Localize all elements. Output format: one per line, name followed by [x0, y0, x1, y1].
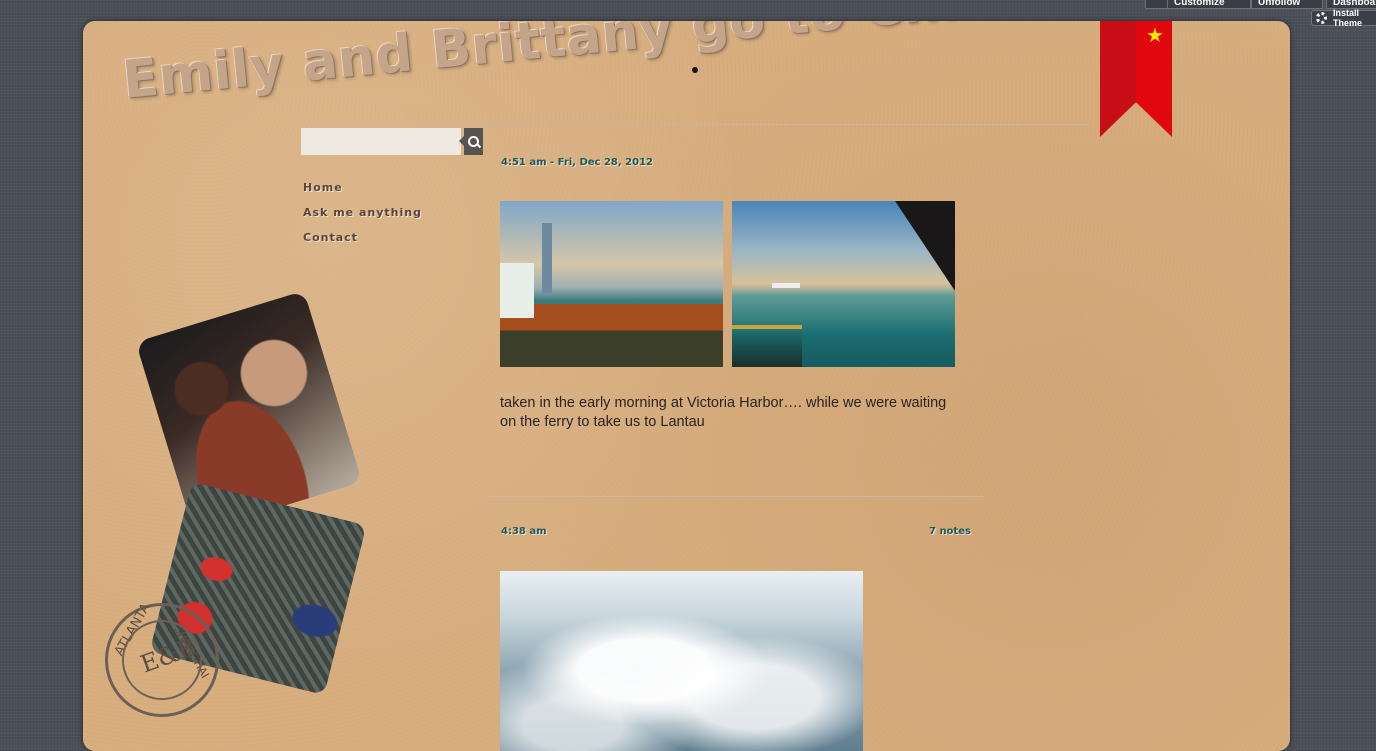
- search-box: [301, 128, 483, 155]
- sidebar-nav: Home Ask me anything Contact: [303, 181, 422, 256]
- bookmark-ribbon: ★: [1100, 21, 1172, 137]
- stamp-monogram: E&B: [136, 632, 200, 679]
- post-timestamp[interactable]: 4:38 am: [501, 526, 547, 537]
- blog-title[interactable]: Emily and Brittany go to China: [120, 21, 1033, 111]
- gear-icon: [1316, 12, 1327, 24]
- unfollow-button[interactable]: Unfollow: [1251, 0, 1323, 9]
- photo-roof: [895, 201, 955, 291]
- photo-ship: [772, 283, 800, 288]
- stamp-side-text: SHANGHAI: [171, 623, 212, 681]
- post-photo-harbor-1[interactable]: [500, 201, 723, 367]
- image-icon-button[interactable]: [1145, 0, 1169, 9]
- search-input[interactable]: [301, 128, 461, 155]
- post-photo-harbor-2[interactable]: [732, 201, 955, 367]
- cursor-dot: [692, 67, 698, 73]
- photo-pier: [500, 263, 534, 318]
- stamp-top-text: ATLANTA: [111, 600, 154, 659]
- photo-tower: [542, 223, 552, 293]
- dashboard-label: Dashboard: [1333, 0, 1376, 8]
- header-divider: [299, 124, 1089, 125]
- post-timestamp[interactable]: 4:51 am - Fri, Dec 28, 2012: [501, 157, 653, 168]
- customize-label: Customize: [1174, 0, 1225, 8]
- search-button[interactable]: [459, 128, 483, 155]
- search-icon: [468, 136, 479, 147]
- post-photo-sky[interactable]: [500, 571, 863, 751]
- nav-ask-me-anything[interactable]: Ask me anything: [303, 206, 422, 219]
- post-caption: taken in the early morning at Victoria H…: [500, 395, 947, 430]
- install-theme-button[interactable]: Install Theme: [1311, 8, 1376, 28]
- nav-home[interactable]: Home: [303, 181, 422, 194]
- unfollow-label: Unfollow: [1258, 0, 1301, 8]
- ribbon-left: [1100, 21, 1136, 137]
- install-theme-label: Install Theme: [1333, 8, 1363, 28]
- star-icon: ★: [1146, 23, 1164, 47]
- blog-page: Emily and Brittany go to China ★ Home As…: [83, 21, 1290, 751]
- customize-button[interactable]: Customize: [1167, 0, 1251, 9]
- nav-contact[interactable]: Contact: [303, 231, 422, 244]
- photo-rail: [732, 325, 802, 367]
- post-divider: [486, 496, 984, 497]
- post-notes-link[interactable]: 7 notes: [929, 526, 971, 537]
